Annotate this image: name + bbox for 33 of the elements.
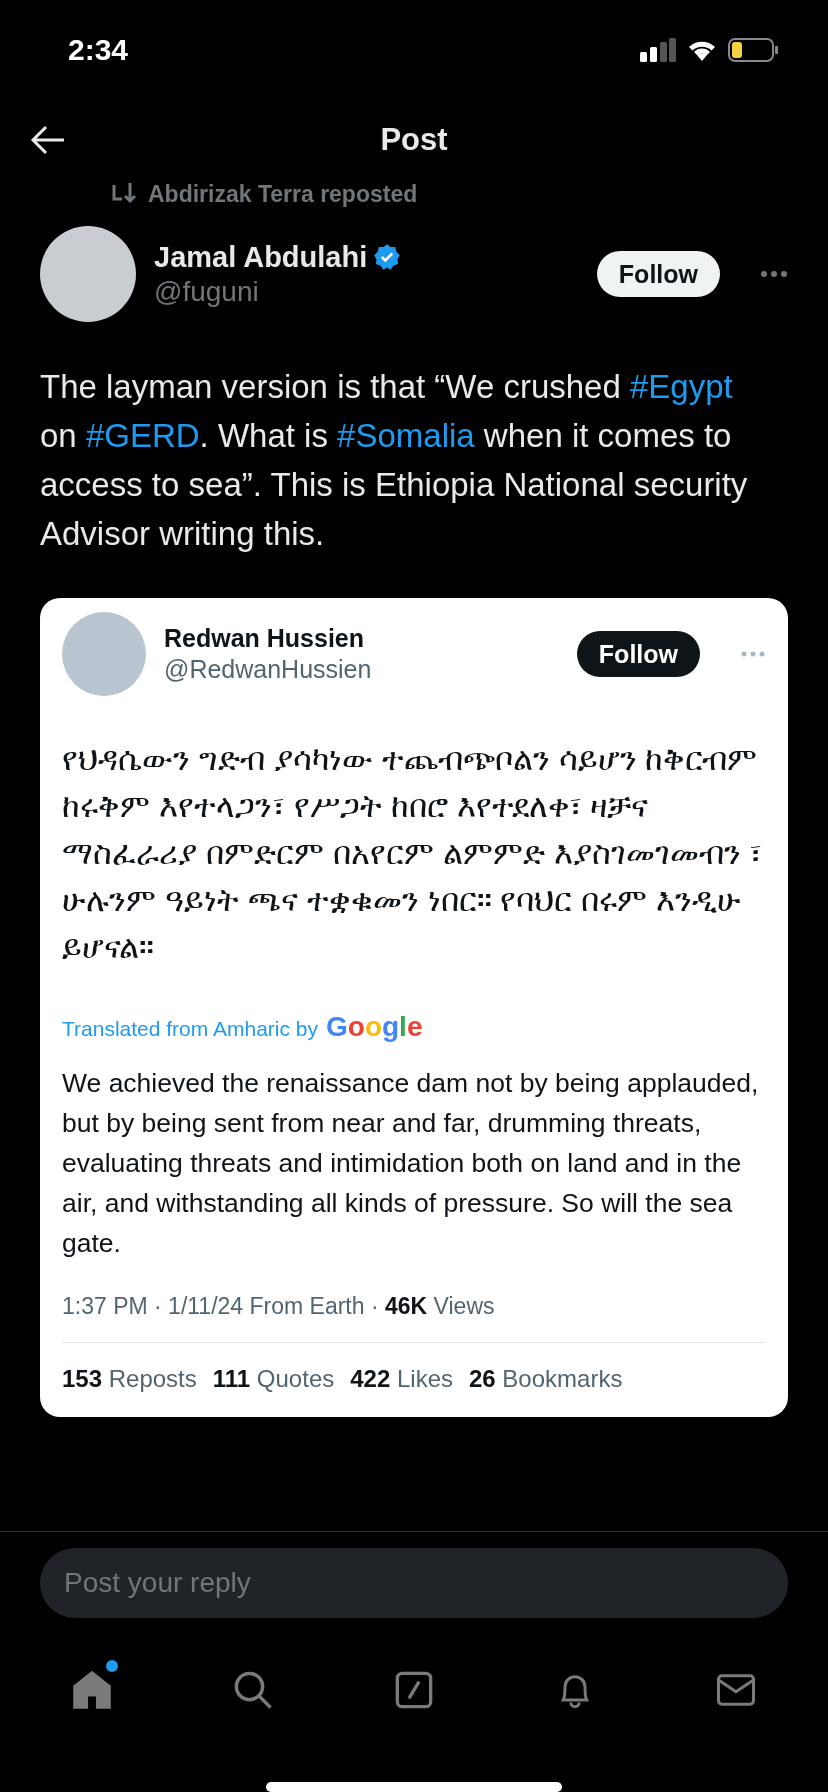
translated-text: We achieved the renaissance dam not by being applauded, but by being sent from near and far, drumming threats, evaluating threats and intimidation both on land and in the air, and withstanding all kinds of pressure. So will the sea gate. (62, 1067, 760, 1260)
quoted-post-card[interactable] (40, 598, 788, 1417)
post-meta: 1:37 PM · 1/11/24 From Earth · 46K Views (62, 1293, 766, 1343)
repost-note: Abdirizak Terra reposted (148, 180, 418, 208)
quoted-author-name[interactable]: Redwan Hussien (164, 624, 559, 653)
stat-count[interactable]: 111 Quotes (212, 1365, 335, 1393)
stat-count[interactable]: 153 Reposts (62, 1365, 197, 1393)
status-time: 2:34 (68, 33, 129, 67)
follow-button[interactable]: Follow (596, 251, 720, 297)
author-handle[interactable]: @fuguni (154, 275, 579, 308)
mail-icon (716, 1672, 756, 1708)
quoted-author-handle[interactable]: @RedwanHussien (164, 655, 559, 684)
hashtag-link[interactable]: #GERD (85, 417, 200, 454)
signal-icon (640, 38, 676, 62)
battery-icon (728, 38, 778, 62)
original-text: የህዳሴውን ግድብ ያሳካነው ተጨብጭቦልን ሳይሆን ከቅርብም ከሩቅም እየተላጋን፣ የሥጋት ከበሮ እየተደለቀ፣ ዛቻና ማስፈራሪያ በምድርም በአየርም ልምምድ እያስገመገመብን ፣ ሁሉንም ዓይነት ጫና ተቋቁመን ነበር። የባህር በሩም እንዲሁ ይሆናል። (62, 740, 764, 967)
reply-input[interactable]: Post your reply (40, 1548, 788, 1618)
hashtag-link[interactable]: #Somalia (337, 417, 475, 454)
repost-icon (110, 183, 138, 205)
stat-count[interactable]: 26 Bookmarks (469, 1365, 623, 1393)
back-arrow-icon[interactable] (30, 124, 66, 156)
hashtag-link[interactable]: #Egypt (630, 368, 733, 405)
page-title: Post (380, 122, 448, 158)
follow-button[interactable]: Follow (576, 631, 700, 677)
post-text: The layman version is that “We crushed #Egypt on #GERD. What is #Somalia when it comes to access to sea”. This is Ethiopia National security Advisor writing this. (40, 367, 749, 554)
translator-logo: Google (326, 1011, 423, 1043)
search-icon (232, 1669, 274, 1711)
slash-square-icon (394, 1670, 434, 1710)
home-icon (71, 1669, 113, 1711)
author-name[interactable]: Jamal Abdulahi (154, 240, 368, 274)
translation-note: Translated from Amharic by (62, 1017, 318, 1041)
stat-count[interactable]: 422 Likes (350, 1365, 453, 1393)
more-icon[interactable] (760, 270, 788, 278)
